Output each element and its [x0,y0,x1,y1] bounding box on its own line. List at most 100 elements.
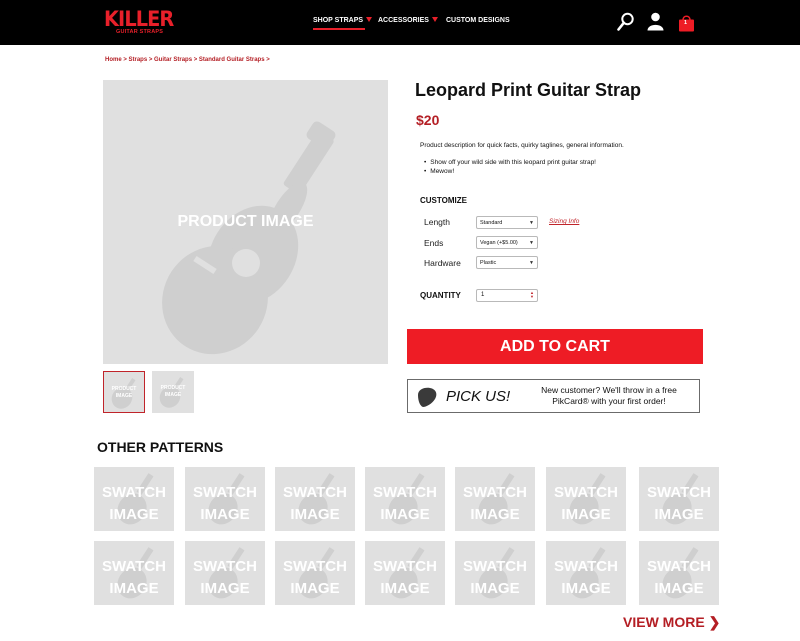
pattern-swatch[interactable]: SWATCH IMAGE [275,467,355,531]
chevron-down-icon [431,17,438,22]
chevron-down-icon: ▼ [529,240,534,246]
swatch-label-line2: IMAGE [290,506,340,523]
quantity-value: 1 [481,292,485,298]
logo-subtext: GUITAR STRAPS [116,29,164,35]
thumbnail-label: PRODUCT IMAGE [111,386,137,399]
pattern-swatch[interactable]: SWATCH IMAGE [275,541,355,605]
customize-heading: CUSTOMIZE [420,196,467,205]
nav-custom-designs-label: CUSTOM DESIGNS [446,17,510,24]
swatch-label: SWATCH IMAGE [275,556,355,600]
swatch-label-line1: SWATCH [463,484,527,501]
swatch-label-line1: SWATCH [554,484,618,501]
guitar-pick-icon [418,387,437,407]
hardware-label: Hardware [424,258,461,268]
sizing-info-link[interactable]: Sizing Info [549,218,579,225]
pattern-swatch[interactable]: SWATCH IMAGE [185,467,265,531]
product-image-label: PRODUCT IMAGE [177,213,314,230]
product-bullets: Show off your wild side with this leopar… [424,158,596,176]
pattern-swatch[interactable]: SWATCH IMAGE [365,541,445,605]
swatch-label-line1: SWATCH [647,558,711,575]
swatch-label-line1: SWATCH [554,558,618,575]
pattern-swatch[interactable]: SWATCH IMAGE [546,541,626,605]
hardware-select[interactable]: Plastic ▼ [476,256,538,269]
swatch-label-line1: SWATCH [193,558,257,575]
pickcard-promo-banner[interactable]: PICK US! New customer? We'll throw in a … [407,379,700,413]
cart-icon[interactable]: 1 [678,14,695,37]
product-bullet: Show off your wild side with this leopar… [424,158,596,167]
pattern-swatch[interactable]: SWATCH IMAGE [546,467,626,531]
view-more-label: VIEW MORE [623,614,705,630]
swatch-label-line2: IMAGE [200,506,250,523]
product-thumbnail-1[interactable]: PRODUCT IMAGE [103,371,145,413]
swatch-label-line2: IMAGE [109,580,159,597]
product-description: Product description for quick facts, qui… [420,142,624,149]
quantity-stepper[interactable]: 1 ▲ ▼ [476,289,538,302]
nav-shop-straps[interactable]: SHOP STRAPS [313,17,373,24]
swatch-label-line2: IMAGE [561,506,611,523]
swatch-label: SWATCH IMAGE [94,556,174,600]
swatch-label-line2: IMAGE [380,506,430,523]
swatch-label: SWATCH IMAGE [275,482,355,526]
product-thumbnail-2[interactable]: PRODUCT IMAGE [152,371,194,413]
swatch-label-line2: IMAGE [654,506,704,523]
swatch-label: SWATCH IMAGE [455,482,535,526]
swatch-label: SWATCH IMAGE [185,482,265,526]
add-to-cart-button[interactable]: ADD TO CART [407,329,703,364]
swatch-label-line2: IMAGE [380,580,430,597]
swatch-label-line1: SWATCH [647,484,711,501]
swatch-label-line1: SWATCH [102,558,166,575]
swatch-label: SWATCH IMAGE [365,482,445,526]
swatch-label: SWATCH IMAGE [546,556,626,600]
pattern-swatch[interactable]: SWATCH IMAGE [94,541,174,605]
quantity-label: QUANTITY [420,291,461,300]
swatch-label: SWATCH IMAGE [185,556,265,600]
chevron-down-icon: ▼ [529,260,534,266]
pattern-swatch[interactable]: SWATCH IMAGE [639,541,719,605]
ends-select[interactable]: Vegan (+$5.00) ▼ [476,236,538,249]
swatch-label-line2: IMAGE [561,580,611,597]
swatch-label-line2: IMAGE [109,506,159,523]
pattern-swatch[interactable]: SWATCH IMAGE [639,467,719,531]
thumbnail-label: PRODUCT IMAGE [160,385,186,398]
view-more-link[interactable]: VIEW MORE ❯ [623,614,720,631]
swatch-label-line1: SWATCH [193,484,257,501]
logo-text: KILLER [104,7,174,31]
pattern-swatch[interactable]: SWATCH IMAGE [455,467,535,531]
swatch-label-line1: SWATCH [283,484,347,501]
other-patterns-heading: OTHER PATTERNS [97,439,224,455]
chevron-down-icon [366,17,373,22]
nav-accessories[interactable]: ACCESSORIES [378,17,438,24]
breadcrumb[interactable]: Home > Straps > Guitar Straps > Standard… [105,57,270,63]
pattern-swatch[interactable]: SWATCH IMAGE [365,467,445,531]
nav-active-underline [313,28,365,30]
swatch-label-line2: IMAGE [654,580,704,597]
swatch-label-line2: IMAGE [470,580,520,597]
product-main-image: PRODUCT IMAGE [103,80,388,364]
pattern-swatch[interactable]: SWATCH IMAGE [455,541,535,605]
swatch-label-line1: SWATCH [373,484,437,501]
swatch-label-line1: SWATCH [373,558,437,575]
swatch-label: SWATCH IMAGE [455,556,535,600]
swatch-label-line2: IMAGE [290,580,340,597]
killer-logo[interactable]: KILLER GUITAR STRAPS [104,7,174,37]
length-select[interactable]: Standard ▼ [476,216,538,229]
nav-custom-designs[interactable]: CUSTOM DESIGNS [446,17,510,24]
hardware-value: Plastic [480,260,497,266]
length-value: Standard [480,220,503,226]
pick-us-text: PICK US! [446,388,511,405]
user-icon[interactable] [647,12,664,36]
nav-accessories-label: ACCESSORIES [378,17,429,24]
swatch-label: SWATCH IMAGE [94,482,174,526]
search-icon[interactable] [617,12,635,37]
pattern-swatch[interactable]: SWATCH IMAGE [185,541,265,605]
nav-shop-straps-label: SHOP STRAPS [313,17,364,24]
swatch-label: SWATCH IMAGE [365,556,445,600]
length-label: Length [424,217,450,227]
swatch-label: SWATCH IMAGE [639,556,719,600]
promo-message: New customer? We'll throw in a free PikC… [541,385,677,406]
swatch-label-line1: SWATCH [102,484,166,501]
pattern-swatch[interactable]: SWATCH IMAGE [94,467,174,531]
ends-value: Vegan (+$5.00) [480,240,518,246]
swatch-label-line1: SWATCH [283,558,347,575]
stepper-arrows-icon[interactable]: ▲ ▼ [530,291,534,299]
